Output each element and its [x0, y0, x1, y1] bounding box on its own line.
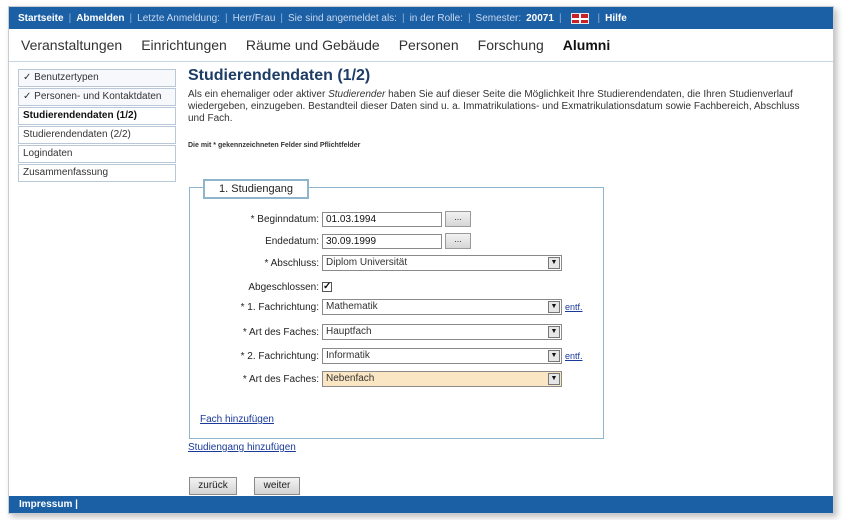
type1-row: * Art des Faches: Hauptfach ▼: [190, 323, 562, 341]
begin-date-input[interactable]: [322, 211, 442, 227]
end-date-row: Endedatum: ...: [190, 232, 471, 250]
separator: |: [597, 12, 601, 24]
chevron-down-icon: ▼: [548, 257, 560, 269]
role-text: in der Rolle:: [409, 12, 463, 24]
nav-forschung[interactable]: Forschung: [478, 37, 544, 53]
type2-select[interactable]: Nebenfach ▼: [322, 371, 562, 387]
semester-label: Semester:: [475, 12, 522, 24]
step-personen-kontaktdaten[interactable]: ✓ Personen- und Kontaktdaten: [18, 88, 176, 106]
degree-select[interactable]: Diplom Universität ▼: [322, 255, 562, 271]
home-link[interactable]: Startseite: [18, 13, 64, 24]
chevron-down-icon: ▼: [548, 373, 560, 385]
type1-select[interactable]: Hauptfach ▼: [322, 324, 562, 340]
last-login-text: Letzte Anmeldung:: [137, 12, 220, 24]
uk-flag-icon[interactable]: [570, 12, 589, 24]
type2-label: * Art des Faches:: [242, 373, 319, 385]
separator: |: [401, 12, 405, 24]
required-fields-note: Die mit * gekennzeichneten Felder sind P…: [188, 142, 361, 149]
nav-raeume-und-gebaeude[interactable]: Räume und Gebäude: [246, 37, 380, 53]
step-logindaten[interactable]: Logindaten: [18, 145, 176, 163]
add-study-program-link[interactable]: Studiengang hinzufügen: [188, 442, 296, 453]
page-title: Studierendendaten (1/2): [188, 67, 371, 84]
separator: |: [68, 12, 72, 24]
separator: |: [129, 12, 133, 24]
step-studierendendaten-1[interactable]: Studierendendaten (1/2): [18, 107, 176, 125]
begin-date-picker-button[interactable]: ...: [445, 211, 471, 227]
step-studierendendaten-2[interactable]: Studierendendaten (2/2): [18, 126, 176, 144]
semester-value[interactable]: 20071: [526, 13, 554, 24]
footer-bar: Impressum |: [9, 496, 833, 513]
nav-veranstaltungen[interactable]: Veranstaltungen: [21, 37, 122, 53]
degree-select-value: Diplom Universität: [326, 257, 408, 268]
field1-row: * 1. Fachrichtung: Mathematik ▼ entf.: [190, 298, 583, 316]
field2-remove-link[interactable]: entf.: [565, 351, 583, 361]
end-date-input[interactable]: [322, 233, 442, 249]
completed-label: Abgeschlossen:: [248, 281, 319, 293]
imprint-link[interactable]: Impressum |: [19, 499, 78, 510]
begin-date-label: * Beginndatum:: [250, 213, 319, 225]
nav-alumni[interactable]: Alumni: [563, 37, 610, 53]
back-button[interactable]: zurück: [189, 477, 237, 495]
separator: |: [467, 12, 471, 24]
field2-label: * 2. Fachrichtung:: [240, 350, 319, 362]
wizard-steps-sidebar: ✓ Benutzertypen ✓ Personen- und Kontaktd…: [18, 69, 176, 183]
field1-label: * 1. Fachrichtung:: [240, 301, 319, 313]
type2-row: * Art des Faches: Nebenfach ▼: [190, 370, 562, 388]
salutation-text: Herr/Frau: [232, 12, 276, 24]
nav-einrichtungen[interactable]: Einrichtungen: [141, 37, 227, 53]
chevron-down-icon: ▼: [548, 301, 560, 313]
nav-personen[interactable]: Personen: [399, 37, 459, 53]
end-date-picker-button[interactable]: ...: [445, 233, 471, 249]
logout-link[interactable]: Abmelden: [76, 13, 124, 24]
type1-select-value: Hauptfach: [326, 326, 372, 337]
main-navigation: Veranstaltungen Einrichtungen Räume und …: [9, 29, 833, 62]
intro-text-emphasis: Studierender: [328, 89, 386, 100]
chevron-down-icon: ▼: [548, 350, 560, 362]
end-date-label: Endedatum:: [265, 235, 319, 247]
help-link[interactable]: Hilfe: [605, 13, 627, 24]
degree-label: * Abschluss:: [264, 257, 319, 269]
top-bar: Startseite | Abmelden | Letzte Anmeldung…: [9, 7, 833, 29]
field1-select[interactable]: Mathematik ▼: [322, 299, 562, 315]
field2-row: * 2. Fachrichtung: Informatik ▼ entf.: [190, 347, 583, 365]
browser-frame: Startseite | Abmelden | Letzte Anmeldung…: [8, 6, 834, 514]
chevron-down-icon: ▼: [548, 326, 560, 338]
field2-select[interactable]: Informatik ▼: [322, 348, 562, 364]
type2-select-value: Nebenfach: [326, 373, 375, 384]
field1-remove-link[interactable]: entf.: [565, 302, 583, 312]
step-benutzertypen[interactable]: ✓ Benutzertypen: [18, 69, 176, 87]
add-subject-link[interactable]: Fach hinzufügen: [200, 414, 274, 425]
field1-select-value: Mathematik: [326, 301, 378, 312]
next-button[interactable]: weiter: [254, 477, 300, 495]
completed-checkbox[interactable]: ✓: [322, 282, 332, 292]
separator: |: [280, 12, 283, 24]
step-zusammenfassung[interactable]: Zusammenfassung: [18, 164, 176, 182]
study-program-legend: 1. Studiengang: [203, 179, 310, 199]
logged-in-as-text: Sie sind angemeldet als:: [288, 12, 397, 24]
type1-label: * Art des Faches:: [242, 326, 319, 338]
separator: |: [224, 12, 228, 24]
intro-text-part-1: Als ein ehemaliger oder aktiver: [188, 89, 329, 100]
study-program-fieldset: 1. Studiengang * Beginndatum: ... Endeda…: [189, 179, 604, 439]
completed-row: Abgeschlossen: ✓: [190, 278, 332, 296]
main-content: Studierendendaten (1/2) Als ein ehemalig…: [188, 67, 828, 149]
field2-select-value: Informatik: [326, 350, 370, 361]
intro-text: Als ein ehemaliger oder aktiver Studiere…: [188, 89, 816, 125]
degree-row: * Abschluss: Diplom Universität ▼: [190, 254, 562, 272]
separator: |: [558, 12, 562, 24]
begin-date-row: * Beginndatum: ...: [190, 210, 471, 228]
